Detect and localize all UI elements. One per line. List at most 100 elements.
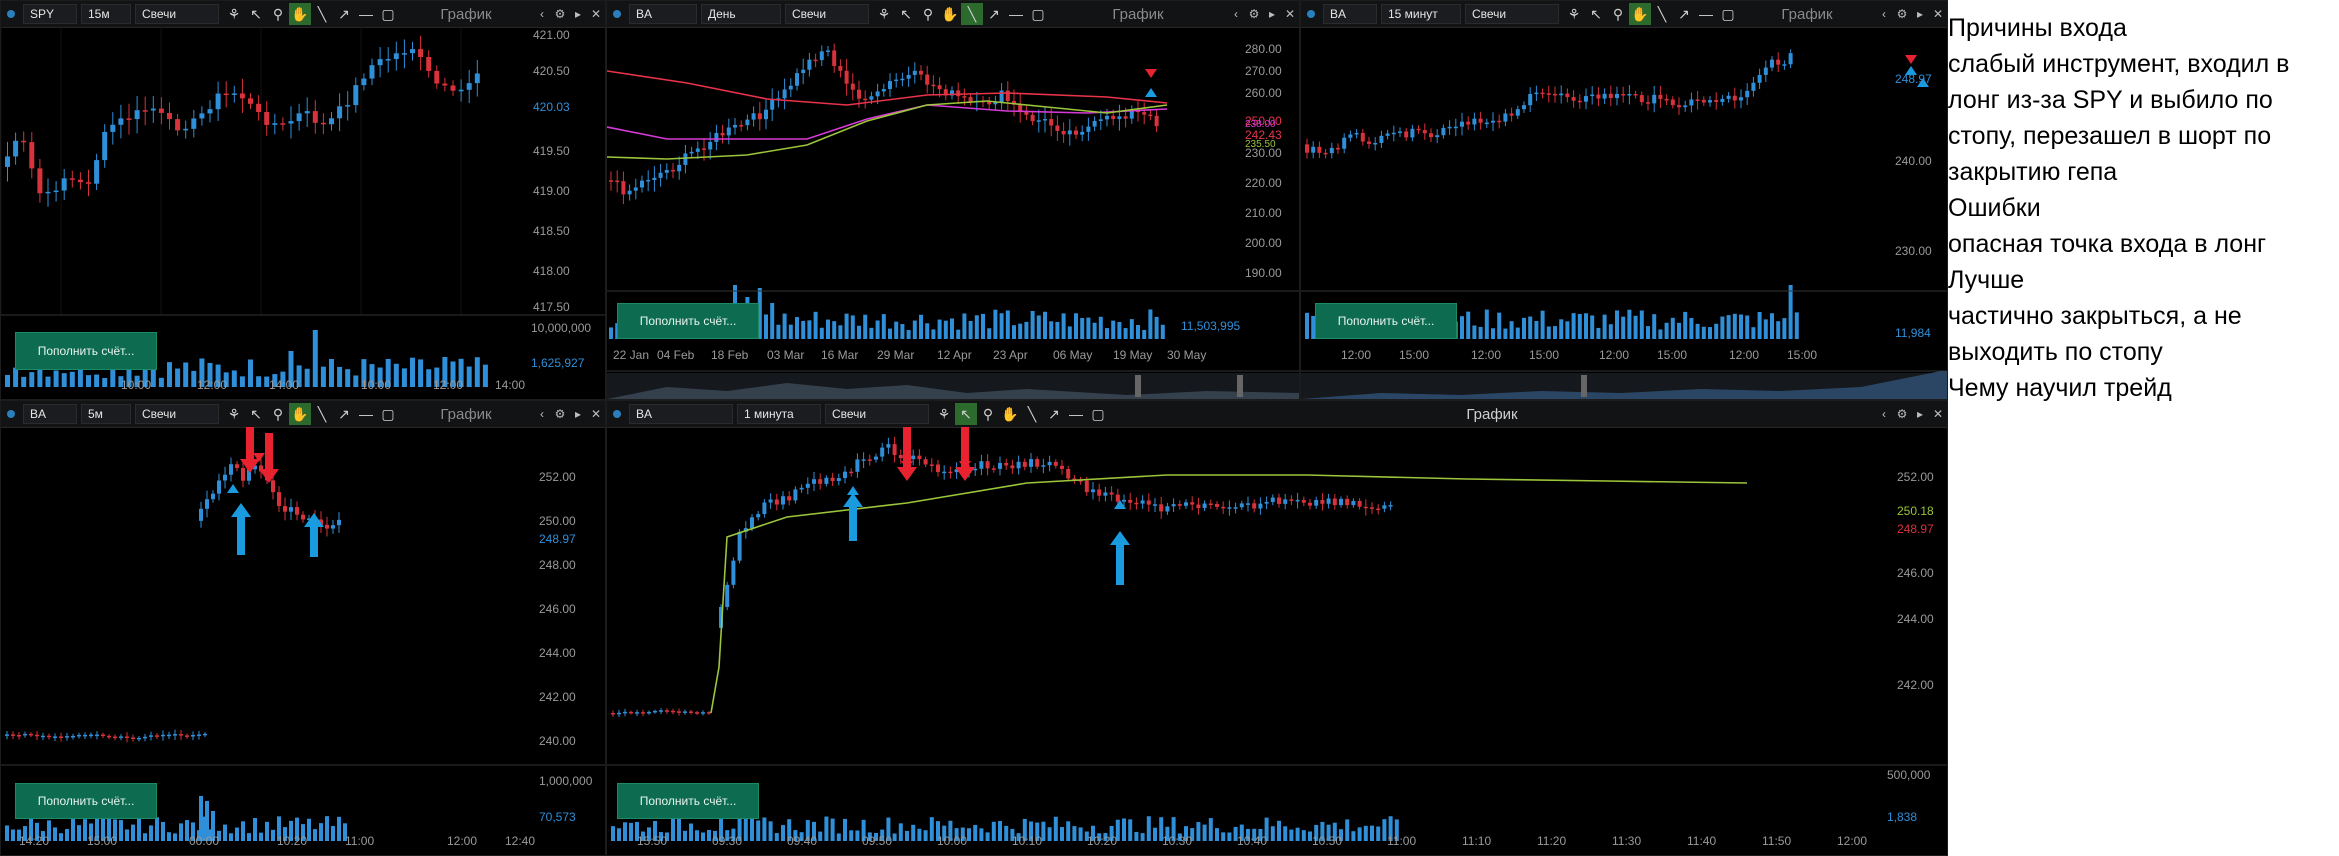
ticker-field[interactable]: BA (1323, 4, 1377, 24)
back-icon[interactable]: ‹ (533, 407, 551, 421)
chart-panel-ba-5m[interactable]: BA 5м Свечи ⚘ ↖ ⚲ ✋ ╲ ↗ — ▢ График ‹ ⚙ ▸… (0, 400, 606, 856)
settings-icon[interactable]: ⚙ (1245, 7, 1263, 21)
interval-select[interactable]: 5м (81, 404, 131, 424)
price-chart[interactable]: 252.00 250.18 248.97 246.00 244.00 242.0… (607, 427, 1947, 856)
hand-icon[interactable]: ✋ (289, 403, 311, 425)
navigator-handle[interactable] (1237, 375, 1243, 397)
hand-icon[interactable]: ✋ (999, 403, 1021, 425)
arrow-tool-icon[interactable]: ↗ (333, 403, 355, 425)
cursor-icon[interactable]: ↖ (1585, 3, 1607, 25)
zoom-icon[interactable]: ⚲ (917, 3, 939, 25)
indicator-icon[interactable]: ⚘ (223, 403, 245, 425)
close-icon[interactable]: ✕ (1929, 7, 1947, 21)
back-icon[interactable]: ‹ (1227, 7, 1245, 21)
interval-select[interactable]: 15м (81, 4, 131, 24)
time-label: 15:00 (1399, 348, 1429, 362)
topup-button[interactable]: Пополнить счёт... (1315, 303, 1457, 339)
rect-tool-icon[interactable]: ▢ (1027, 3, 1049, 25)
rect-tool-icon[interactable]: ▢ (377, 403, 399, 425)
hline-tool-icon[interactable]: — (355, 3, 377, 25)
zoom-icon[interactable]: ⚲ (977, 403, 999, 425)
rect-tool-icon[interactable]: ▢ (1087, 403, 1109, 425)
hline-tool-icon[interactable]: — (1065, 403, 1087, 425)
interval-select[interactable]: День (701, 4, 781, 24)
ticker-field[interactable]: BA (629, 4, 697, 24)
close-icon[interactable]: ✕ (587, 7, 605, 21)
chart-type-select[interactable]: Свечи (825, 404, 929, 424)
price-chart[interactable]: 248.97 240.00 230.00 11,984 12:00 15:00 … (1301, 27, 1947, 400)
chart-type-select[interactable]: Свечи (135, 4, 219, 24)
link-dot-icon[interactable] (613, 10, 621, 18)
chart-type-select[interactable]: Свечи (1465, 4, 1559, 24)
close-icon[interactable]: ✕ (1929, 407, 1947, 421)
indicator-icon[interactable]: ⚘ (1563, 3, 1585, 25)
expand-icon[interactable]: ▸ (1911, 407, 1929, 421)
link-dot-icon[interactable] (7, 410, 15, 418)
link-dot-icon[interactable] (613, 410, 621, 418)
back-icon[interactable]: ‹ (533, 7, 551, 21)
candle-body (621, 181, 626, 195)
cursor-icon[interactable]: ↖ (245, 3, 267, 25)
line-tool-icon[interactable]: ╲ (961, 3, 983, 25)
arrow-tool-icon[interactable]: ↗ (1043, 403, 1065, 425)
navigator-handle[interactable] (1135, 375, 1141, 397)
settings-icon[interactable]: ⚙ (1893, 7, 1911, 21)
cursor-icon[interactable]: ↖ (955, 403, 977, 425)
zoom-icon[interactable]: ⚲ (267, 403, 289, 425)
expand-icon[interactable]: ▸ (1263, 7, 1281, 21)
expand-icon[interactable]: ▸ (569, 407, 587, 421)
line-tool-icon[interactable]: ╲ (311, 3, 333, 25)
line-tool-icon[interactable]: ╲ (311, 403, 333, 425)
indicator-icon[interactable]: ⚘ (873, 3, 895, 25)
candle-body (21, 140, 27, 143)
close-icon[interactable]: ✕ (587, 407, 605, 421)
indicator-icon[interactable]: ⚘ (933, 403, 955, 425)
close-icon[interactable]: ✕ (1281, 7, 1299, 21)
cursor-icon[interactable]: ↖ (895, 3, 917, 25)
arrow-tool-icon[interactable]: ↗ (1673, 3, 1695, 25)
topup-button[interactable]: Пополнить счёт... (15, 332, 157, 370)
interval-select[interactable]: 15 минут (1381, 4, 1461, 24)
ticker-field[interactable]: BA (629, 404, 733, 424)
rect-tool-icon[interactable]: ▢ (1717, 3, 1739, 25)
arrow-tool-icon[interactable]: ↗ (983, 3, 1005, 25)
hline-tool-icon[interactable]: — (1695, 3, 1717, 25)
navigator-handle[interactable] (1581, 375, 1587, 397)
interval-select[interactable]: 1 минута (737, 404, 821, 424)
chart-panel-spy-15m[interactable]: SPY 15м Свечи ⚘ ↖ ⚲ ✋ ╲ ↗ — ▢ График ‹ ⚙… (0, 0, 606, 400)
topup-button[interactable]: Пополнить счёт... (617, 783, 759, 819)
chart-type-select[interactable]: Свечи (785, 4, 869, 24)
cursor-icon[interactable]: ↖ (245, 403, 267, 425)
topup-button[interactable]: Пополнить счёт... (617, 303, 759, 339)
hand-icon[interactable]: ✋ (289, 3, 311, 25)
hline-tool-icon[interactable]: — (355, 403, 377, 425)
settings-icon[interactable]: ⚙ (1893, 407, 1911, 421)
rect-tool-icon[interactable]: ▢ (377, 3, 399, 25)
chart-panel-ba-15min[interactable]: BA 15 минут Свечи ⚘ ↖ ⚲ ✋ ╲ ↗ — ▢ График… (1300, 0, 1948, 400)
settings-icon[interactable]: ⚙ (551, 7, 569, 21)
link-dot-icon[interactable] (7, 10, 15, 18)
hline-tool-icon[interactable]: — (1005, 3, 1027, 25)
chart-type-select[interactable]: Свечи (135, 404, 219, 424)
topup-button[interactable]: Пополнить счёт... (15, 783, 157, 819)
settings-icon[interactable]: ⚙ (551, 407, 569, 421)
chart-panel-ba-daily[interactable]: BA День Свечи ⚘ ↖ ⚲ ✋ ╲ ↗ — ▢ График ‹ ⚙… (606, 0, 1300, 400)
zoom-icon[interactable]: ⚲ (1607, 3, 1629, 25)
link-dot-icon[interactable] (1307, 10, 1315, 18)
price-chart[interactable]: 280.00 270.00 260.00 250.00 242.43 238.0… (607, 27, 1299, 400)
back-icon[interactable]: ‹ (1875, 7, 1893, 21)
zoom-icon[interactable]: ⚲ (267, 3, 289, 25)
candle-body (217, 480, 221, 494)
back-icon[interactable]: ‹ (1875, 407, 1893, 421)
chart-panel-ba-1min[interactable]: BA 1 минута Свечи ⚘ ↖ ⚲ ✋ ╲ ↗ — ▢ График… (606, 400, 1948, 856)
arrow-tool-icon[interactable]: ↗ (333, 3, 355, 25)
hand-icon[interactable]: ✋ (1629, 3, 1651, 25)
ticker-field[interactable]: BA (23, 404, 77, 424)
expand-icon[interactable]: ▸ (569, 7, 587, 21)
hand-icon[interactable]: ✋ (939, 3, 961, 25)
ticker-field[interactable]: SPY (23, 4, 77, 24)
indicator-icon[interactable]: ⚘ (223, 3, 245, 25)
line-tool-icon[interactable]: ╲ (1651, 3, 1673, 25)
line-tool-icon[interactable]: ╲ (1021, 403, 1043, 425)
expand-icon[interactable]: ▸ (1911, 7, 1929, 21)
